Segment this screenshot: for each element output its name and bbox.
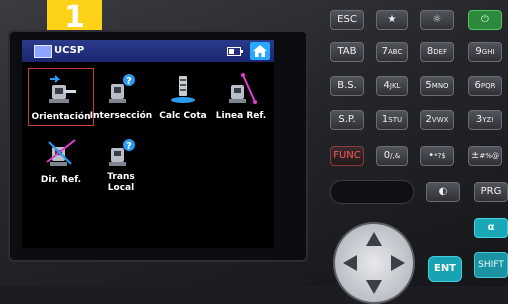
plus-minus-key[interactable]: ±#%@ [468,146,502,166]
key-letters: MNO [431,82,449,90]
intersection-icon: ? [105,72,137,109]
power-key[interactable]: ⏻ [468,10,502,30]
stylus-slot [330,180,414,204]
device-screen: UCSP Orientación ? Intersección Calc Cot… [22,40,274,248]
navigation-dpad[interactable] [333,222,415,304]
arrow-right-icon [391,255,405,271]
key-letters: GHI [481,48,495,56]
key-letters: #%@ [479,152,499,160]
key-2[interactable]: 2VWX [420,110,454,130]
key-1[interactable]: 1STU [376,110,408,130]
key-letters: PQR [480,82,496,90]
menu-label-line: Trans [107,172,135,182]
backspace-key[interactable]: B.S. [330,76,364,96]
reference-line-icon [225,72,257,109]
local-transform-icon: ? [105,136,137,173]
target-key[interactable]: ◐ [426,182,460,202]
key-0[interactable]: 0/,& [376,146,408,166]
illumination-key[interactable]: ☼ [420,10,454,30]
menu-label: Linea Ref. [215,111,267,121]
screen-title: UCSP [54,45,85,56]
key-7[interactable]: 7ABC [376,42,408,62]
step-number-badge: 1 [47,0,102,35]
menu-label-line: Local [107,183,135,193]
menu-item-linea-ref[interactable]: Linea Ref. [208,68,274,126]
key-5[interactable]: 5MNO [420,76,454,96]
decimal-key[interactable]: •*?$ [420,146,454,166]
key-letters: ABC [388,48,403,56]
svg-text:?: ? [126,76,132,87]
key-letters: VWX [431,116,449,124]
space-key[interactable]: S.P. [330,110,364,130]
key-4[interactable]: 4JKL [376,76,408,96]
enter-key[interactable]: ENT [428,256,462,282]
app-window-icon [34,45,52,58]
menu-label: Trans Local [82,172,160,194]
svg-text:?: ? [126,141,132,152]
key-letters: DEF [433,48,448,56]
battery-icon [227,47,243,56]
esc-key[interactable]: ESC [330,10,364,30]
screen-title-bar: UCSP [22,40,274,62]
menu-item-trans-local[interactable]: ? Trans Local [88,132,154,193]
key-letters: *?$ [434,152,446,160]
total-station-device: 1 UCSP Orientación ? Intersección Calc C… [0,0,508,304]
arrow-down-icon [366,280,382,294]
alpha-key[interactable]: α [474,218,508,238]
home-icon[interactable] [250,42,270,60]
key-letters: YZ! [482,116,495,124]
key-8[interactable]: 8DEF [420,42,454,62]
key-letters: STU [388,116,403,124]
reference-direction-icon [45,136,77,173]
orientation-icon [46,73,78,110]
key-3[interactable]: 3YZ! [468,110,502,130]
elevation-calc-icon [167,72,199,109]
arrow-up-icon [366,232,382,246]
star-key[interactable]: ★ [376,10,408,30]
key-6[interactable]: 6PQR [468,76,502,96]
func-key[interactable]: FUNC [330,146,364,166]
key-letters: /,& [390,152,401,160]
tab-key[interactable]: TAB [330,42,364,62]
prg-key[interactable]: PRG [474,182,508,202]
arrow-left-icon [343,255,357,271]
key-9[interactable]: 9GHI [468,42,502,62]
key-letters: JKL [389,82,401,90]
shift-key[interactable]: SHIFT [474,252,508,278]
